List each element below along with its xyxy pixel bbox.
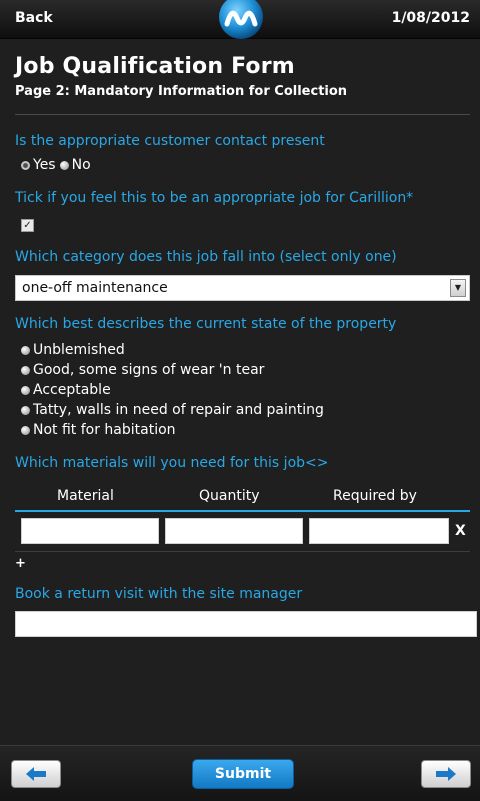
question-category: Which category does this job fall into (…	[15, 249, 397, 265]
material-input[interactable]	[21, 518, 159, 544]
column-header-required-by: Required by	[333, 488, 417, 504]
radio-no-label: No	[71, 157, 91, 173]
state-radio-4[interactable]	[21, 405, 30, 415]
radio-yes[interactable]	[21, 160, 30, 170]
table-row-divider	[15, 551, 470, 552]
state-option-4-label: Tatty, walls in need of repair and paint…	[33, 402, 324, 418]
state-radio-2[interactable]	[21, 365, 30, 375]
arrow-right-icon	[436, 767, 456, 781]
state-radio-5[interactable]	[21, 425, 30, 435]
page-title: Job Qualification Form	[15, 54, 295, 79]
remove-row-button[interactable]: X	[455, 523, 466, 539]
column-header-material: Material	[57, 488, 114, 504]
category-select-value: one-off maintenance	[22, 280, 168, 296]
top-bar: Back 1/08/2012	[0, 0, 480, 39]
state-option-1-label: Unblemished	[33, 342, 125, 358]
state-radio-1[interactable]	[21, 345, 30, 355]
state-radio-3[interactable]	[21, 385, 30, 395]
state-option-1: Unblemished	[21, 342, 125, 358]
radio-group-contact: Yes No	[21, 157, 91, 173]
state-option-3-label: Acceptable	[33, 382, 111, 398]
question-materials: Which materials will you need for this j…	[15, 455, 329, 471]
arrow-left-icon	[26, 767, 46, 781]
required-by-input[interactable]	[309, 518, 449, 544]
bottom-bar: Submit	[0, 745, 480, 801]
page-subtitle: Page 2: Mandatory Information for Collec…	[15, 84, 348, 99]
column-header-quantity: Quantity	[199, 488, 260, 504]
back-button[interactable]: Back	[15, 10, 53, 26]
previous-button[interactable]	[11, 760, 61, 788]
category-select[interactable]: one-off maintenance ▼	[15, 275, 470, 301]
question-property-state: Which best describes the current state o…	[15, 316, 397, 332]
state-option-2: Good, some signs of wear 'n tear	[21, 362, 264, 378]
state-option-4: Tatty, walls in need of repair and paint…	[21, 402, 324, 418]
quantity-input[interactable]	[165, 518, 303, 544]
state-option-3: Acceptable	[21, 382, 111, 398]
radio-no[interactable]	[59, 160, 69, 170]
next-button[interactable]	[421, 760, 471, 788]
state-option-5: Not fit for habitation	[21, 422, 176, 438]
chevron-down-icon[interactable]: ▼	[450, 279, 466, 297]
m-logo-icon	[219, 0, 263, 39]
question-contact-present: Is the appropriate customer contact pres…	[15, 133, 325, 149]
return-visit-input[interactable]	[15, 611, 477, 637]
question-appropriate-job: Tick if you feel this to be an appropria…	[15, 190, 414, 206]
state-option-2-label: Good, some signs of wear 'n tear	[33, 362, 265, 378]
question-return-visit: Book a return visit with the site manage…	[15, 586, 303, 602]
title-divider	[15, 114, 470, 115]
submit-button[interactable]: Submit	[192, 759, 294, 789]
radio-yes-label: Yes	[33, 157, 56, 173]
table-header-divider	[15, 510, 470, 512]
appropriate-job-checkbox[interactable]: ✓	[21, 219, 34, 232]
add-row-button[interactable]: +	[15, 556, 26, 571]
date-label: 1/08/2012	[391, 10, 470, 26]
state-option-5-label: Not fit for habitation	[33, 422, 176, 438]
